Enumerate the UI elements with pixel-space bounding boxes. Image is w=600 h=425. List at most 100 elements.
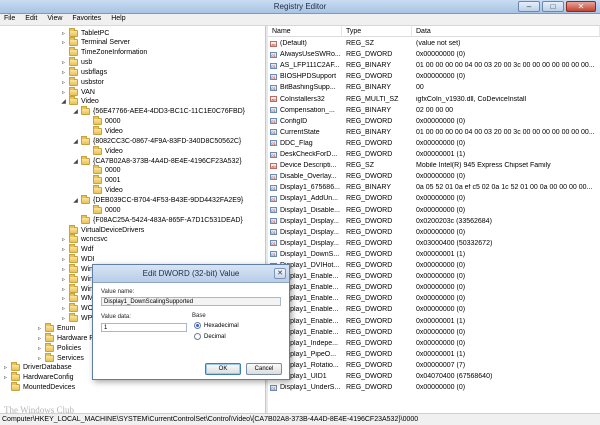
- value-row[interactable]: 01 DeskCheckForD... REG_DWORD 0x00000001 (1…: [268, 150, 600, 159]
- value-row[interactable]: 01Display1_Enable...REG_DWORD0x00000000 …: [268, 305, 600, 314]
- value-row[interactable]: 01 CurrentState REG_BINARY 01 00 00 00 00 0…: [268, 128, 600, 137]
- column-header-type[interactable]: Type: [342, 26, 412, 36]
- tree-item[interactable]: Video: [84, 185, 123, 196]
- value-row[interactable]: 01 Display1_UnderS... REG_DWORD 0x00000000 …: [268, 383, 600, 392]
- expander-arrow-icon[interactable]: ▹: [60, 276, 67, 283]
- value-row[interactable]: 01 Display1_675686... REG_BINARY 0a 05 52 0…: [268, 183, 600, 192]
- menu-edit[interactable]: Edit: [21, 14, 43, 25]
- value-row[interactable]: 01 ConfigID REG_DWORD 0x00000000 (0): [268, 117, 600, 126]
- value-row[interactable]: 01 Display1_DownS... REG_DWORD 0x00000001 (…: [268, 250, 600, 259]
- expander-arrow-icon[interactable]: ▹: [60, 79, 67, 86]
- tree-item[interactable]: MountedDevices: [2, 382, 75, 393]
- hex-radio[interactable]: [194, 322, 201, 329]
- value-row[interactable]: ab Device Descripti... REG_SZ Mobile Intel(…: [268, 161, 600, 170]
- tree-item[interactable]: ◢ Video: [60, 96, 99, 107]
- tree-item[interactable]: ▹ Policies: [36, 342, 81, 353]
- value-row[interactable]: 01Display1_DVIHot...REG_DWORD0x00000000 …: [268, 261, 600, 270]
- expander-arrow-icon[interactable]: ▹: [60, 286, 67, 293]
- value-name-field[interactable]: Display1_DownScalingSupported: [101, 297, 281, 306]
- expander-arrow-icon[interactable]: ▹: [60, 315, 67, 322]
- value-row[interactable]: 01Display1_Enable...REG_DWORD0x00000001 …: [268, 317, 600, 326]
- value-row[interactable]: 01 BIOSHPDSupport REG_DWORD 0x00000000 (0): [268, 72, 600, 81]
- expander-arrow-icon[interactable]: ▹: [60, 30, 67, 37]
- value-row[interactable]: 01 AlwaysUseSWRo... REG_DWORD 0x00000000 (0…: [268, 50, 600, 59]
- expander-arrow-icon[interactable]: ▹: [60, 266, 67, 273]
- tree-item[interactable]: Video: [84, 126, 123, 137]
- column-header-name[interactable]: Name: [268, 26, 342, 36]
- value-data-field[interactable]: 1: [101, 323, 187, 332]
- tree-item[interactable]: Video: [84, 145, 123, 156]
- expander-arrow-icon[interactable]: ▹: [60, 305, 67, 312]
- value-row[interactable]: 01 Display1_Disable... REG_DWORD 0x00000000…: [268, 206, 600, 215]
- ok-button[interactable]: OK: [205, 363, 241, 375]
- value-row[interactable]: 01 Compensation_... REG_BINARY 02 00 00 00: [268, 106, 600, 115]
- value-row[interactable]: 01 Display1_Display... REG_DWORD 0x0200203c…: [268, 217, 600, 226]
- expander-arrow-icon[interactable]: ▹: [2, 364, 9, 371]
- value-row[interactable]: 01Display1_Enable...REG_DWORD0x00000000 …: [268, 294, 600, 303]
- value-row[interactable]: 01Display1_PipeO...REG_DWORD0x00000001 (…: [268, 350, 600, 359]
- value-row[interactable]: 01 Display1_Display... REG_DWORD 0x00000000…: [268, 228, 600, 237]
- tree-item[interactable]: ▹ Enum: [36, 323, 75, 334]
- expander-arrow-icon[interactable]: ▹: [36, 325, 43, 332]
- expander-arrow-icon[interactable]: ▹: [60, 295, 67, 302]
- close-button[interactable]: ✕: [566, 1, 596, 12]
- maximize-button[interactable]: □: [542, 1, 564, 12]
- expander-arrow-icon[interactable]: ▹: [36, 335, 43, 342]
- value-row[interactable]: ab CoInstallers32 REG_MULTI_SZ igfxCoIn_v19…: [268, 95, 600, 104]
- expander-arrow-icon[interactable]: ▹: [60, 59, 67, 66]
- dialog-close-button[interactable]: ✕: [274, 268, 286, 279]
- menu-favorites[interactable]: Favorites: [68, 14, 107, 25]
- tree-item[interactable]: ▹ usbflags: [60, 66, 107, 77]
- expander-arrow-icon[interactable]: ◢: [72, 108, 79, 115]
- value-row[interactable]: 01Display1_Enable...REG_DWORD0x00000000 …: [268, 283, 600, 292]
- expander-arrow-icon[interactable]: ▹: [36, 345, 43, 352]
- value-row[interactable]: ab (Default) REG_SZ (value not set): [268, 39, 600, 48]
- tree-item[interactable]: ▹ TabletPC: [60, 27, 109, 38]
- value-row[interactable]: 01Display1_Indepe...REG_DWORD0x00000000 …: [268, 339, 600, 348]
- expander-arrow-icon[interactable]: ◢: [60, 98, 67, 105]
- value-row[interactable]: 01 BitBashingSupp... REG_BINARY 00: [268, 83, 600, 92]
- tree-item[interactable]: 0000: [84, 116, 121, 127]
- expander-arrow-icon[interactable]: ▹: [60, 246, 67, 253]
- expander-arrow-icon[interactable]: ▹: [2, 374, 9, 381]
- tree-item[interactable]: 0001: [84, 175, 121, 186]
- value-row[interactable]: 01 Display1_AddUn... REG_DWORD 0x00000000 (…: [268, 194, 600, 203]
- tree-item[interactable]: ▹ Wdf: [60, 244, 93, 255]
- expander-arrow-icon[interactable]: ▹: [60, 39, 67, 46]
- value-row[interactable]: 01Display1_Rotatio...REG_DWORD0x00000007…: [268, 361, 600, 370]
- tree-item[interactable]: 0000: [84, 165, 121, 176]
- expander-arrow-icon[interactable]: ▹: [60, 69, 67, 76]
- value-row[interactable]: 01 Disable_Overlay... REG_DWORD 0x00000000 …: [268, 172, 600, 181]
- tree-item[interactable]: ▹ WMI: [60, 293, 95, 304]
- column-header-data[interactable]: Data: [412, 26, 600, 36]
- tree-item[interactable]: ▹ usb: [60, 57, 92, 68]
- tree-item[interactable]: ▹ Services: [36, 352, 84, 363]
- expander-arrow-icon[interactable]: ▹: [60, 236, 67, 243]
- value-row[interactable]: 01 Display1_Display... REG_DWORD 0x03000400…: [268, 239, 600, 248]
- value-row[interactable]: 01 AS_LFP111C2AF... REG_BINARY 01 00 00 00 …: [268, 61, 600, 70]
- minimize-button[interactable]: –: [518, 1, 540, 12]
- tree-item[interactable]: {F08AC25A-5424-483A-865F-A7D1C531DEAD}: [72, 214, 243, 225]
- tree-item[interactable]: ▹ wcncsvc: [60, 234, 107, 245]
- expander-arrow-icon[interactable]: ◢: [72, 158, 79, 165]
- value-row[interactable]: 01Display1_UID1REG_DWORD0x04070400 (6756…: [268, 372, 600, 381]
- dec-radio-row[interactable]: Decimal: [194, 333, 226, 340]
- menu-file[interactable]: File: [0, 14, 21, 25]
- value-row[interactable]: 01Display1_Enable...REG_DWORD0x00000000 …: [268, 272, 600, 281]
- menu-help[interactable]: Help: [107, 14, 131, 25]
- value-row[interactable]: 01 DDC_Flag REG_DWORD 0x00000000 (0): [268, 139, 600, 148]
- dec-radio[interactable]: [194, 333, 201, 340]
- tree-item[interactable]: 0000: [84, 204, 121, 215]
- expander-arrow-icon[interactable]: ▹: [60, 256, 67, 263]
- hex-radio-row[interactable]: Hexadecimal: [194, 322, 239, 329]
- value-row[interactable]: 01Display1_Enable...REG_DWORD0x00000000 …: [268, 328, 600, 337]
- values-list[interactable]: Name Type Data ab (Default) REG_SZ (value n…: [268, 26, 600, 413]
- menu-view[interactable]: View: [43, 14, 68, 25]
- expander-arrow-icon[interactable]: ▹: [60, 89, 67, 96]
- cancel-button[interactable]: Cancel: [246, 363, 282, 375]
- expander-arrow-icon[interactable]: ▹: [36, 355, 43, 362]
- expander-arrow-icon[interactable]: ◢: [72, 138, 79, 145]
- tree-item[interactable]: ▹ VAN: [60, 86, 95, 97]
- tree-item[interactable]: ▹ usbstor: [60, 76, 104, 87]
- expander-arrow-icon[interactable]: ◢: [72, 197, 79, 204]
